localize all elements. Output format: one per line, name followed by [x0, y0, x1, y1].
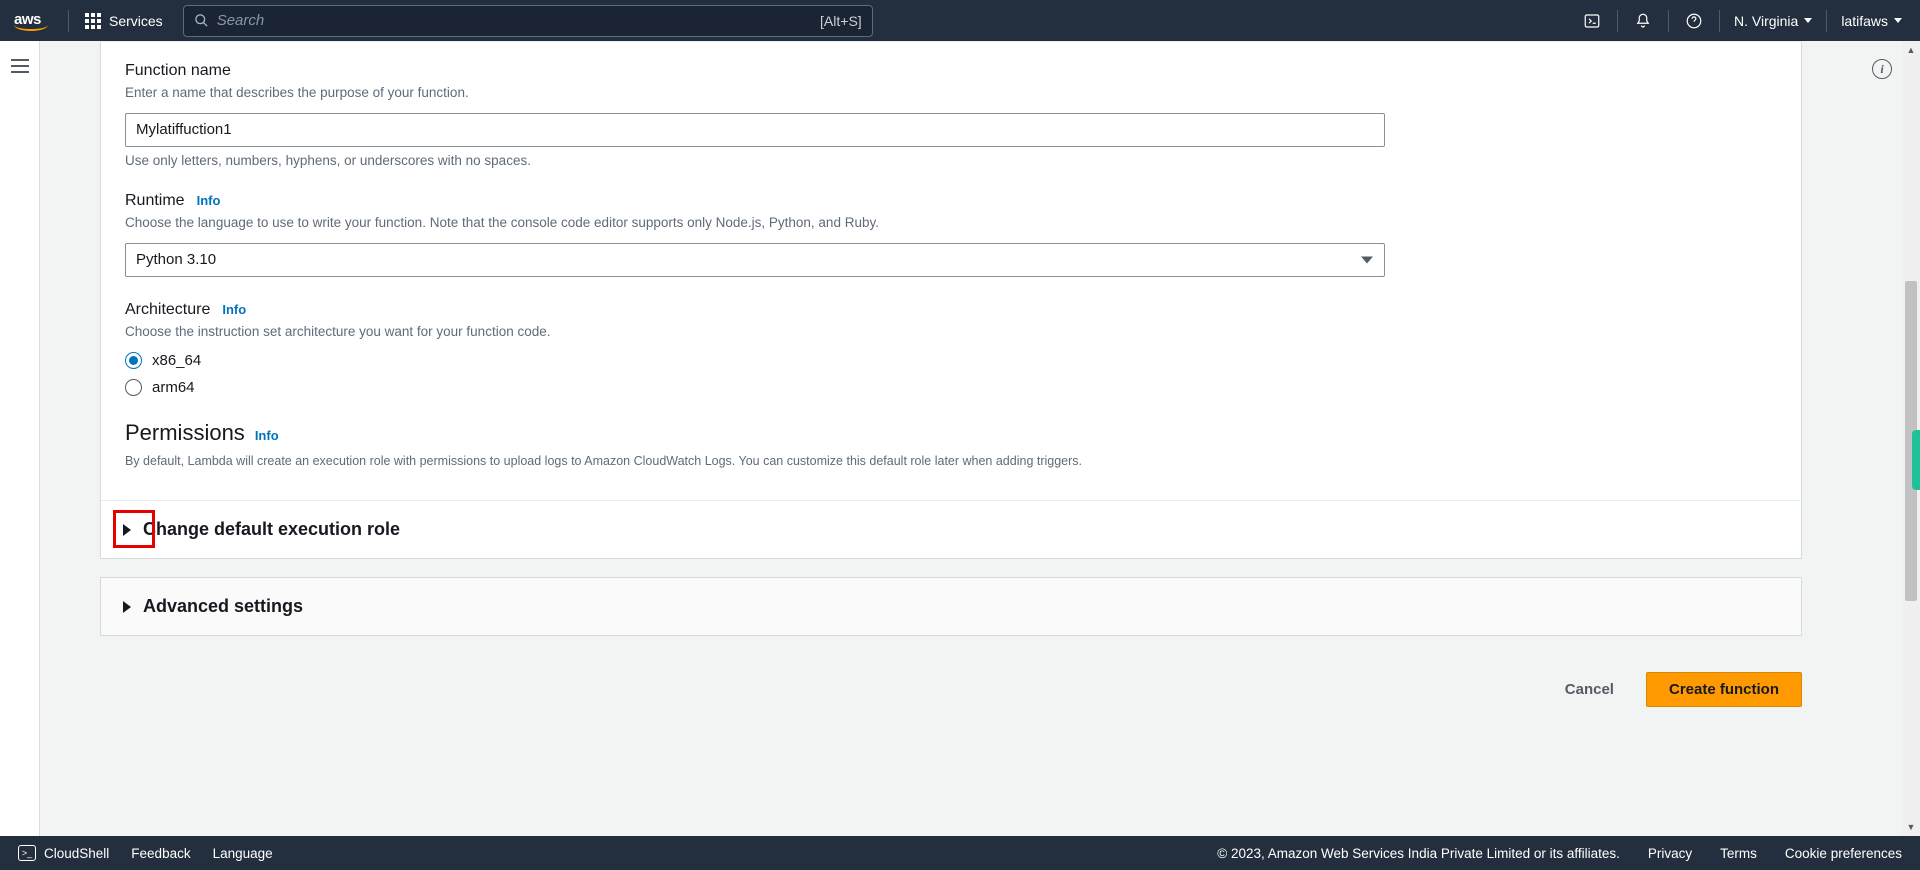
permissions-section: Permissions Info By default, Lambda will…: [125, 420, 1777, 471]
function-name-input[interactable]: [125, 113, 1385, 147]
language-link[interactable]: Language: [213, 846, 273, 861]
function-name-constraint: Use only letters, numbers, hyphens, or u…: [125, 153, 1777, 168]
function-name-help: Enter a name that describes the purpose …: [125, 84, 1777, 103]
runtime-label: Runtime: [125, 192, 185, 210]
permissions-desc: By default, Lambda will create an execut…: [125, 452, 1777, 471]
create-function-button[interactable]: Create function: [1646, 672, 1802, 707]
function-name-label: Function name: [125, 62, 1777, 80]
separator: [68, 10, 69, 32]
aws-logo[interactable]: aws: [14, 11, 48, 31]
hamburger-icon[interactable]: [11, 59, 29, 73]
radio-unselected-icon: [125, 379, 142, 396]
chevron-down-icon: [1804, 18, 1812, 23]
side-handle[interactable]: [1912, 430, 1920, 490]
cloudshell-link[interactable]: CloudShell: [44, 846, 109, 861]
architecture-help: Choose the instruction set architecture …: [125, 323, 1777, 342]
privacy-link[interactable]: Privacy: [1648, 846, 1692, 861]
separator: [1617, 10, 1618, 32]
cancel-button[interactable]: Cancel: [1551, 673, 1628, 706]
caret-right-icon: [123, 601, 131, 613]
architecture-radio-x86[interactable]: x86_64: [125, 352, 1777, 369]
architecture-option-0: x86_64: [152, 352, 201, 369]
runtime-help: Choose the language to use to write your…: [125, 214, 1777, 233]
function-name-field: Function name Enter a name that describe…: [125, 62, 1777, 168]
scroll-down-arrow[interactable]: ▼: [1902, 818, 1920, 836]
runtime-info-link[interactable]: Info: [197, 193, 221, 208]
exec-role-expand-title: Change default execution role: [143, 519, 400, 540]
cloudshell-top-button[interactable]: [1577, 6, 1607, 36]
architecture-radio-arm64[interactable]: arm64: [125, 379, 1777, 396]
search-icon: [194, 13, 209, 28]
architecture-field: Architecture Info Choose the instruction…: [125, 301, 1777, 396]
help-button[interactable]: [1679, 6, 1709, 36]
exec-role-expand-section: Change default execution role: [101, 500, 1801, 558]
separator: [1668, 10, 1669, 32]
chevron-down-icon: [1361, 256, 1373, 263]
global-search[interactable]: [Alt+S]: [183, 5, 873, 37]
top-navigation: aws Services [Alt+S] N. Virginia latifaw…: [0, 0, 1920, 41]
left-rail: [0, 41, 40, 836]
separator: [1719, 10, 1720, 32]
copyright-text: © 2023, Amazon Web Services India Privat…: [1217, 846, 1620, 861]
scroll-up-arrow[interactable]: ▲: [1902, 41, 1920, 59]
notifications-button[interactable]: [1628, 6, 1658, 36]
basic-info-panel: Function name Enter a name that describe…: [100, 41, 1802, 559]
advanced-settings-panel: Advanced settings: [100, 577, 1802, 636]
search-input[interactable]: [217, 12, 820, 29]
runtime-select[interactable]: Python 3.10: [125, 243, 1385, 277]
cloudshell-icon: >_: [18, 845, 36, 861]
permissions-info-link[interactable]: Info: [255, 428, 279, 443]
account-menu[interactable]: latifaws: [1837, 13, 1906, 29]
info-panel-toggle[interactable]: i: [1872, 59, 1892, 79]
exec-role-expand-toggle[interactable]: Change default execution role: [101, 501, 1801, 558]
bottom-navigation: >_ CloudShell Feedback Language © 2023, …: [0, 836, 1920, 870]
runtime-field: Runtime Info Choose the language to use …: [125, 192, 1777, 277]
chevron-down-icon: [1894, 18, 1902, 23]
grid-icon: [85, 13, 101, 29]
architecture-label: Architecture: [125, 301, 210, 319]
permissions-title: Permissions: [125, 420, 245, 446]
architecture-info-link[interactable]: Info: [222, 302, 246, 317]
region-selector[interactable]: N. Virginia: [1730, 13, 1816, 29]
radio-selected-icon: [125, 352, 142, 369]
feedback-link[interactable]: Feedback: [131, 846, 190, 861]
terms-link[interactable]: Terms: [1720, 846, 1757, 861]
separator: [1826, 10, 1827, 32]
main-content: Function name Enter a name that describe…: [40, 41, 1862, 836]
form-actions: Cancel Create function: [100, 654, 1802, 715]
runtime-value: Python 3.10: [136, 251, 216, 268]
caret-right-icon: [123, 524, 131, 536]
services-label: Services: [109, 13, 163, 29]
services-menu-button[interactable]: Services: [79, 9, 169, 33]
advanced-settings-toggle[interactable]: Advanced settings: [101, 578, 1801, 635]
cookie-prefs-link[interactable]: Cookie preferences: [1785, 846, 1902, 861]
search-shortcut-hint: [Alt+S]: [820, 13, 862, 29]
architecture-option-1: arm64: [152, 379, 195, 396]
right-rail: i: [1862, 41, 1902, 836]
advanced-settings-title: Advanced settings: [143, 596, 303, 617]
